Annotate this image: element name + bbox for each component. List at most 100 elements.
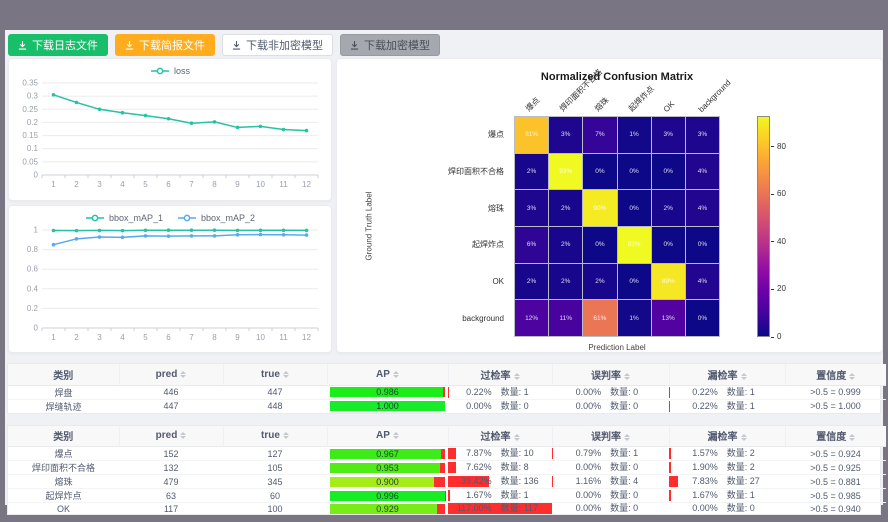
sort-caret-icon[interactable] [180, 371, 186, 378]
matrix-cell: 4% [686, 264, 719, 300]
rate-count: 数量: 117 [501, 503, 538, 514]
sort-caret-icon[interactable] [741, 373, 747, 380]
table-gap [7, 414, 881, 425]
cell-true: 100 [223, 503, 327, 515]
rate-percent: 1.90% [669, 462, 718, 473]
column-header-mis[interactable]: 误判率 [552, 426, 669, 447]
svg-text:3: 3 [97, 180, 102, 189]
column-header-conf[interactable]: 置信度 [785, 426, 886, 447]
column-header-name: 类别 [8, 364, 119, 385]
sort-caret-icon[interactable] [849, 434, 855, 441]
column-label: 漏检率 [708, 432, 738, 443]
colorbar-tick-label: 20 [777, 284, 786, 293]
column-header-miss[interactable]: 漏检率 [669, 426, 785, 447]
cell-mis: 0.00%数量: 0 [552, 503, 669, 515]
column-header-mis[interactable]: 误判率 [552, 364, 669, 385]
column-label: true [261, 430, 280, 441]
cell-name: 焊盘 [8, 385, 119, 399]
cell-miss: 0.00%数量: 0 [669, 503, 785, 515]
matrix-cell: 0% [618, 264, 651, 300]
svg-text:0.1: 0.1 [27, 144, 39, 153]
svg-text:7: 7 [189, 333, 194, 342]
svg-text:0.25: 0.25 [22, 105, 38, 114]
dashboard-page: { "toolbar": { "buttons": [ { "label": "… [0, 0, 888, 522]
rate-count: 数量: 1 [610, 448, 638, 459]
colorbar-tick-label: 60 [777, 189, 786, 198]
column-header-ap[interactable]: AP [327, 364, 448, 385]
rate-percent: 7.87% [448, 448, 492, 459]
svg-text:0.15: 0.15 [22, 131, 38, 140]
matrix-row-label: 熔珠 [395, 190, 509, 227]
matrix-col-label: 起焊炸点 [626, 84, 656, 114]
svg-text:6: 6 [166, 333, 171, 342]
confusion-matrix-ylabel: Ground Truth Label [365, 192, 374, 261]
cell-ap: 0.929 [327, 503, 448, 515]
cell-over: 0.22%数量: 1 [448, 385, 552, 399]
legend-item-bbox_mAP_1[interactable]: bbox_mAP_1 [85, 213, 163, 223]
sort-caret-icon[interactable] [624, 373, 630, 380]
sort-caret-icon[interactable] [849, 373, 855, 380]
column-header-miss[interactable]: 漏检率 [669, 364, 785, 385]
download-log-button[interactable]: 下载日志文件 [8, 34, 108, 56]
button-label: 下载日志文件 [32, 37, 98, 53]
svg-text:0.35: 0.35 [22, 79, 38, 88]
cell-pred: 446 [119, 385, 223, 399]
cell-miss: 0.22%数量: 1 [669, 385, 785, 399]
legend-item-loss[interactable]: loss [150, 66, 190, 76]
matrix-cell: 0% [583, 227, 616, 263]
column-header-pred[interactable]: pred [119, 364, 223, 385]
legend-item-bbox_mAP_2[interactable]: bbox_mAP_2 [177, 213, 255, 223]
sort-caret-icon[interactable] [514, 373, 520, 380]
rate-count: 数量: 2 [727, 462, 755, 473]
sort-caret-icon[interactable] [624, 434, 630, 441]
svg-text:0.05: 0.05 [22, 157, 38, 166]
matrix-cell: 2% [549, 264, 582, 300]
rate-count: 数量: 0 [610, 401, 638, 412]
column-header-over[interactable]: 过检率 [448, 364, 552, 385]
svg-text:3: 3 [97, 333, 102, 342]
rate-percent: 1.67% [669, 490, 718, 501]
cell-mis: 0.79%数量: 1 [552, 447, 669, 461]
sort-caret-icon[interactable] [393, 371, 399, 378]
colorbar-tick [771, 337, 774, 338]
rate-count: 数量: 27 [727, 476, 760, 487]
column-header-pred[interactable]: pred [119, 426, 223, 447]
sort-caret-icon[interactable] [741, 434, 747, 441]
cell-true: 447 [223, 385, 327, 399]
column-label: pred [156, 430, 178, 441]
matrix-cell: 61% [583, 300, 616, 336]
cell-over: 7.87%数量: 10 [448, 447, 552, 461]
svg-text:0.2: 0.2 [27, 304, 39, 313]
column-header-true[interactable]: true [223, 364, 327, 385]
download-encrypted-model-button[interactable]: 下载加密模型 [340, 34, 440, 56]
column-header-over[interactable]: 过检率 [448, 426, 552, 447]
sort-caret-icon[interactable] [283, 432, 289, 439]
sort-caret-icon[interactable] [514, 434, 520, 441]
ap-value: 0.967 [330, 449, 445, 459]
column-header-conf[interactable]: 置信度 [785, 364, 886, 385]
rate-count: 数量: 4 [610, 476, 638, 487]
cell-ap: 0.900 [327, 475, 448, 489]
download-unencrypted-model-button[interactable]: 下载非加密模型 [222, 34, 333, 56]
metrics-tables: 类别predtrueAP过检率误判率漏检率置信度焊盘4464470.9860.2… [7, 363, 881, 515]
sort-caret-icon[interactable] [180, 432, 186, 439]
download-report-button[interactable]: 下载简报文件 [115, 34, 215, 56]
svg-text:9: 9 [235, 180, 240, 189]
cell-ap: 1.000 [327, 399, 448, 413]
confusion-matrix-xlabel: Prediction Label [514, 343, 720, 352]
matrix-cell: 4% [686, 154, 719, 190]
rate-percent: 7.62% [448, 462, 492, 473]
sort-caret-icon[interactable] [283, 371, 289, 378]
sort-caret-icon[interactable] [393, 432, 399, 439]
download-icon [125, 41, 134, 50]
matrix-row-label: 爆点 [395, 116, 509, 153]
svg-text:2: 2 [74, 333, 79, 342]
rate-percent: 117.00% [448, 503, 492, 514]
svg-text:0.4: 0.4 [27, 284, 39, 293]
cell-over: 117.00% 数量: 117 [448, 503, 552, 515]
cell-ap: 0.996 [327, 489, 448, 503]
colorbar-tick-label: 0 [777, 332, 781, 341]
column-header-ap[interactable]: AP [327, 426, 448, 447]
column-header-true[interactable]: true [223, 426, 327, 447]
svg-text:0.3: 0.3 [27, 92, 39, 101]
